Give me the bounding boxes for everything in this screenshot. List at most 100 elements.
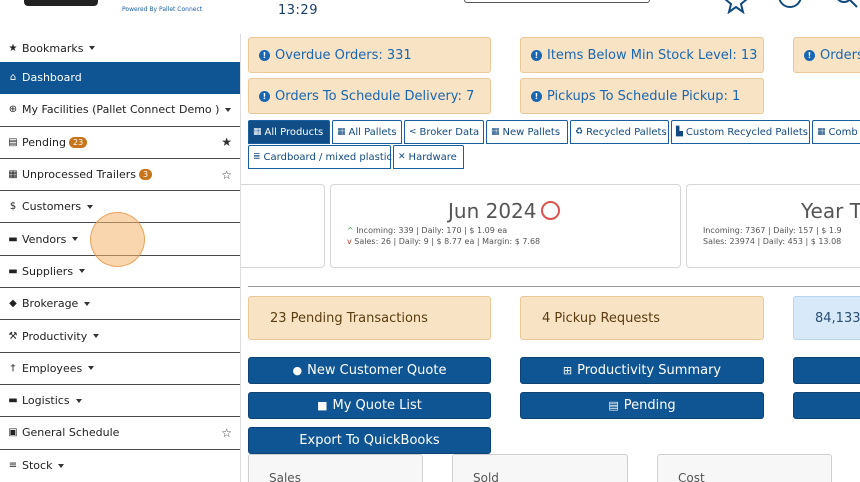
sidebar-item-label: Brokerage <box>22 297 79 311</box>
alert-text: Orders <box>820 47 860 63</box>
sidebar-item-label: Bookmarks <box>22 41 84 55</box>
clipboard-icon: ▤ <box>8 136 18 148</box>
home-icon: ⌂ <box>9 72 17 84</box>
new-customer-quote-button[interactable]: ● New Customer Quote <box>248 357 491 384</box>
arrow-up-icon: ^ <box>347 226 354 235</box>
clock-icon[interactable] <box>776 0 804 14</box>
sidebar-item-label: Dashboard <box>22 71 82 85</box>
sidebar-item-label: Pending <box>22 135 66 149</box>
truck-icon: ▬ <box>8 233 18 245</box>
tab-all-products[interactable]: ▦ All Products <box>248 120 330 144</box>
share-icon: < <box>409 127 417 137</box>
person-icon: † <box>10 362 16 374</box>
tab-hardware[interactable]: ✕ Hardware <box>393 145 464 169</box>
caret-down-icon <box>225 107 232 112</box>
incoming-line: Incoming: 7367 | Daily: 157 | $ 1.9 <box>703 226 842 235</box>
sold-stat-box: Sold <box>452 454 628 482</box>
pending-count-badge: 23 <box>68 136 88 148</box>
pallet-icon: ▦ <box>491 127 500 137</box>
arrow-down-icon: v <box>347 237 352 246</box>
extra-button-2[interactable] <box>793 392 860 419</box>
dollar-icon: $ <box>9 201 17 213</box>
sidebar-item-stock[interactable]: ≡ Stock <box>0 450 240 482</box>
trailer-icon: ▦ <box>8 169 18 181</box>
pickup-requests-box[interactable]: 4 Pickup Requests <box>520 296 764 340</box>
hammer-icon: ⚒ <box>8 330 18 342</box>
year-summary-card[interactable]: Year T Incoming: 7367 | Daily: 157 | $ 1… <box>686 184 860 268</box>
pending-button[interactable]: ▤ Pending <box>520 392 764 419</box>
calendar-icon: ▣ <box>8 427 18 439</box>
table-icon: ⊞ <box>562 364 573 377</box>
incoming-line: ^ Incoming: 339 | Daily: 170 | $ 1.09 ea <box>347 226 508 235</box>
tab-custom-recycled-pallets[interactable]: ▙ Custom Recycled Pallets <box>671 120 810 144</box>
sidebar-item-label: General Schedule <box>22 426 120 440</box>
sidebar-item-productivity[interactable]: ⚒ Productivity <box>0 320 240 353</box>
pending-transactions-box[interactable]: 23 Pending Transactions <box>248 296 491 340</box>
caret-down-icon <box>75 398 82 403</box>
alert-text: Overdue Orders: 331 <box>275 47 412 63</box>
clock-display: 13:29 <box>278 3 318 18</box>
logo[interactable] <box>24 0 98 6</box>
info-icon: ! <box>804 49 815 61</box>
sidebar-item-label: Logistics <box>22 394 70 408</box>
export-quickbooks-button[interactable]: Export To QuickBooks <box>248 427 491 454</box>
pickups-to-schedule-alert[interactable]: ! Pickups To Schedule Pickup: 1 <box>520 78 764 114</box>
main-content: ! Overdue Orders: 331 ! Items Below Min … <box>241 34 860 482</box>
sidebar-item-unprocessed-trailers[interactable]: ▦ Unprocessed Trailers 3 ☆ <box>0 159 240 192</box>
previous-period-card[interactable] <box>241 184 325 268</box>
alert-text: Pickups To Schedule Pickup: 1 <box>547 88 741 104</box>
caret-down-icon <box>79 269 86 274</box>
app-page: Powered By Pallet Connect 13:29 ★ Bookma… <box>0 0 860 482</box>
sales-line: v Sales: 26 | Daily: 9 | $ 8.77 ea | Mar… <box>347 237 541 246</box>
sidebar-item-pending[interactable]: ▤ Pending 23 ★ <box>0 127 240 159</box>
sidebar-item-label: My Facilities (Pallet Connect Demo ) <box>22 103 220 117</box>
sidebar-item-my-facilities[interactable]: ⊕ My Facilities (Pallet Connect Demo ) <box>0 94 240 127</box>
tab-new-pallets[interactable]: ▦ New Pallets <box>486 120 568 144</box>
productivity-summary-button[interactable]: ⊞ Productivity Summary <box>520 357 764 384</box>
cost-stat-box: Cost <box>657 454 832 482</box>
sidebar-item-employees[interactable]: † Employees <box>0 353 240 385</box>
chart-icon: ▙ <box>676 127 683 137</box>
sidebar-item-label: Vendors <box>22 232 67 246</box>
search-input[interactable] <box>464 0 650 3</box>
items-below-min-alert[interactable]: ! Items Below Min Stock Level: 13 <box>520 37 764 73</box>
search-icon[interactable] <box>830 0 858 14</box>
info-icon: ! <box>259 49 270 61</box>
pallet-icon: ≡ <box>8 460 18 472</box>
comment-dollar-icon: ■ <box>317 399 328 412</box>
sidebar-item-label: Stock <box>22 459 53 473</box>
powered-by-text: Powered By Pallet Connect <box>122 6 203 13</box>
sidebar-item-brokerage[interactable]: ◆ Brokerage <box>0 288 240 321</box>
star-outline-icon[interactable]: ☆ <box>221 168 232 182</box>
tab-cardboard-mixed-plastic[interactable]: ≣ Cardboard / mixed plastic <box>248 145 392 169</box>
sidebar-item-label: Suppliers <box>22 264 74 278</box>
top-bar: Powered By Pallet Connect 13:29 <box>0 0 860 34</box>
recycle-icon: ♻ <box>575 127 584 137</box>
trailers-count-badge: 3 <box>139 169 153 181</box>
tab-broker-data[interactable]: < Broker Data <box>404 120 484 144</box>
tab-recycled-pallets[interactable]: ♻ Recycled Pallets <box>570 120 669 144</box>
star-outline-icon[interactable]: ☆ <box>221 426 232 440</box>
orders-alert[interactable]: ! Orders <box>793 37 860 73</box>
extra-button-1[interactable] <box>793 357 860 384</box>
sidebar-item-label: Employees <box>22 361 83 375</box>
tab-comb[interactable]: ▦ Comb <box>812 120 860 144</box>
tab-all-pallets[interactable]: ▦ All Pallets <box>332 120 402 144</box>
card-title: Jun 2024 <box>448 199 560 223</box>
sidebar-item-general-schedule[interactable]: ▣ General Schedule ☆ <box>0 417 240 450</box>
sidebar-item-dashboard[interactable]: ⌂ Dashboard <box>0 62 240 95</box>
orders-to-schedule-alert[interactable]: ! Orders To Schedule Delivery: 7 <box>248 78 491 114</box>
month-summary-card[interactable]: Jun 2024 ^ Incoming: 339 | Daily: 170 | … <box>330 184 681 268</box>
caret-down-icon <box>72 237 79 242</box>
overdue-orders-alert[interactable]: ! Overdue Orders: 331 <box>248 37 491 73</box>
star-icon[interactable] <box>722 0 750 14</box>
count-box[interactable]: 84,133 <box>793 296 860 340</box>
star-icon[interactable]: ★ <box>221 135 232 149</box>
pallet-icon: ▦ <box>337 127 346 137</box>
info-icon: ! <box>259 90 270 102</box>
my-quote-list-button[interactable]: ■ My Quote List <box>248 392 491 419</box>
caret-down-icon <box>89 46 96 50</box>
sidebar-item-bookmarks[interactable]: ★ Bookmarks <box>0 34 240 62</box>
globe-icon: ⊕ <box>8 104 18 116</box>
sidebar-item-logistics[interactable]: ▬ Logistics <box>0 385 240 418</box>
